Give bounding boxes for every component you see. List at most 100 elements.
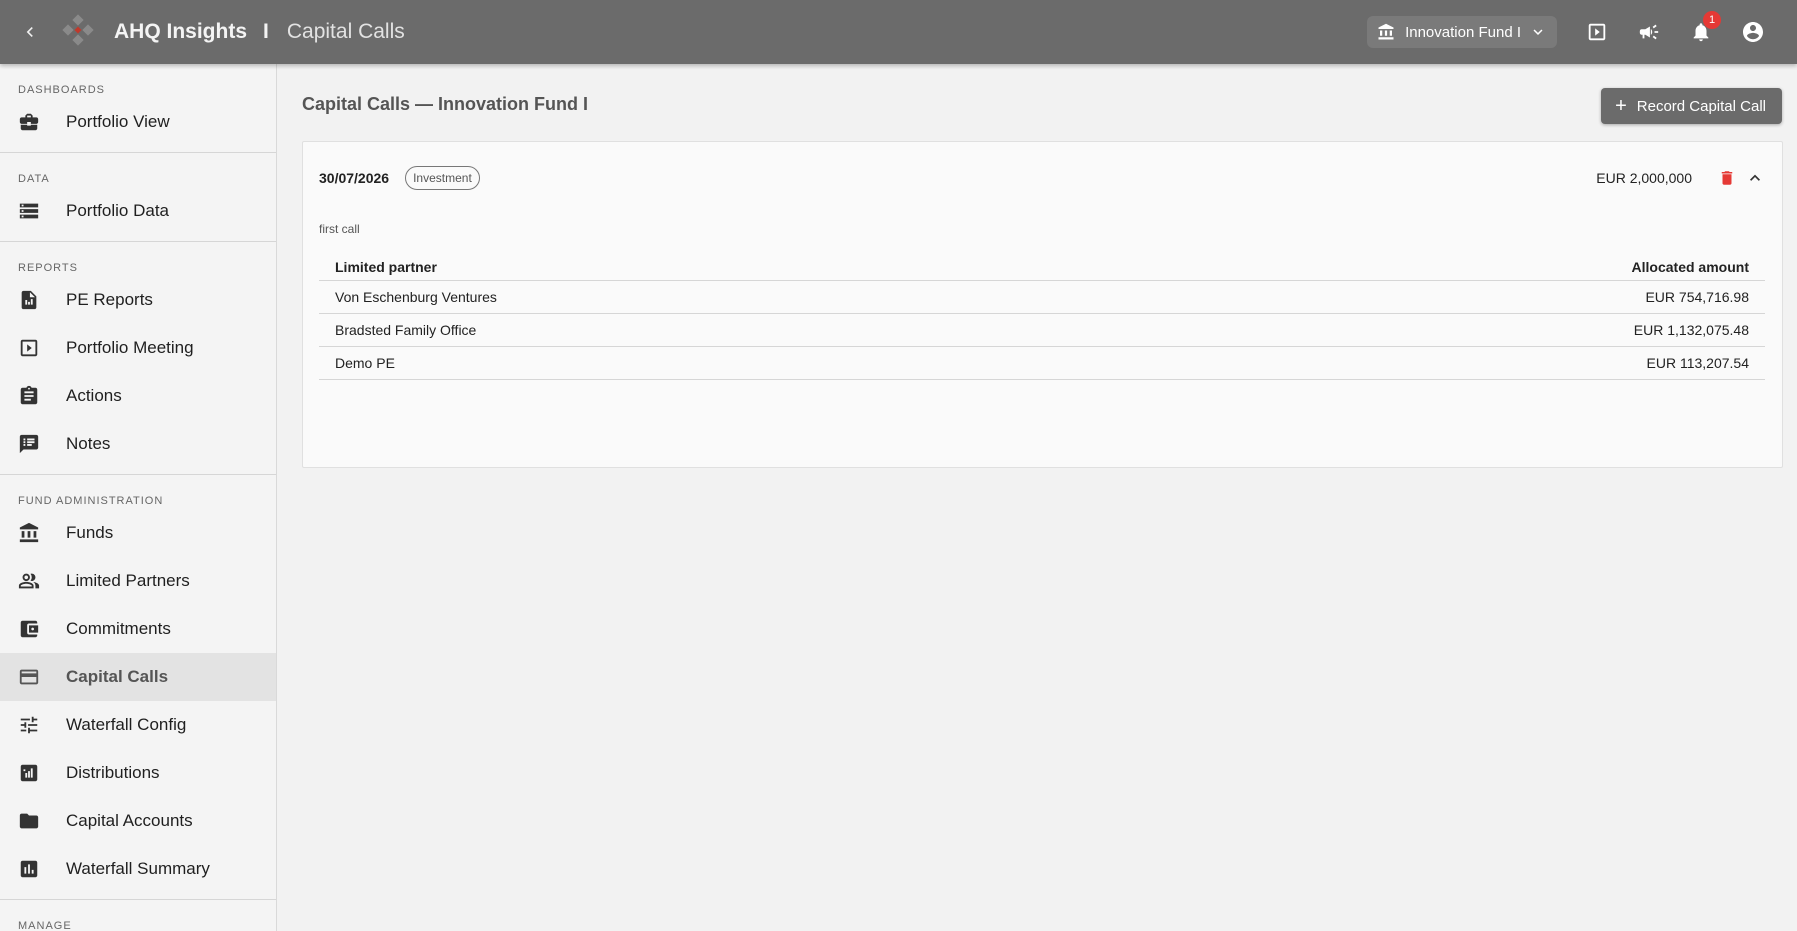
partner-name: Demo PE — [319, 346, 1136, 380]
sidebar-item-label: Portfolio View — [66, 112, 170, 131]
sidebar-item-label: Actions — [66, 386, 122, 405]
column-header-limited-partner: Limited partner — [319, 254, 1136, 281]
sidebar-item-funds[interactable]: Funds — [0, 509, 276, 557]
collapse-button[interactable] — [1744, 166, 1766, 190]
sidebar-item-label: Distributions — [66, 763, 160, 782]
capital-call-card: 30/07/2026 Investment EUR 2,000,000 firs… — [302, 141, 1783, 468]
record-capital-call-button[interactable]: + Record Capital Call — [1601, 88, 1782, 124]
sidebar-item-notes[interactable]: Notes — [0, 420, 276, 468]
sidebar-item-label: Capital Accounts — [66, 811, 193, 830]
storage-icon — [19, 203, 39, 219]
plus-icon: + — [1615, 95, 1627, 117]
section-label: REPORTS — [18, 262, 78, 274]
sidebar-item-label: Funds — [66, 523, 114, 542]
sidebar-item-label: Commitments — [66, 619, 171, 638]
call-type-chip: Investment — [405, 166, 480, 190]
page-title: Capital Calls — Innovation Fund I — [302, 94, 589, 114]
sidebar: DASHBOARDS Portfolio View DATA Portfolio… — [0, 64, 277, 931]
sidebar-item-waterfall-config[interactable]: Waterfall Config — [0, 701, 276, 749]
sidebar-section-reports: REPORTS PE Reports Portfolio Meeting Act… — [0, 242, 276, 475]
capital-call-header[interactable]: 30/07/2026 Investment EUR 2,000,000 — [319, 164, 1766, 192]
allocated-amount: EUR 1,132,075.48 — [1135, 313, 1765, 347]
allocation-table: Limited partner Allocated amount Von Esc… — [319, 254, 1765, 380]
back-button[interactable] — [0, 0, 60, 64]
title-separator: I — [263, 20, 269, 43]
record-capital-call-label: Record Capital Call — [1636, 97, 1766, 115]
wallet-icon — [20, 620, 39, 638]
top-app-bar: AHQ Insights I Capital Calls Innovation … — [0, 0, 1797, 64]
bank-icon — [1378, 23, 1394, 40]
section-label: MANAGE — [18, 920, 72, 931]
main-content: Capital Calls — Innovation Fund I + Reco… — [278, 64, 1797, 931]
sidebar-item-label: Portfolio Meeting — [66, 338, 194, 357]
notes-icon — [19, 434, 39, 454]
sidebar-item-portfolio-view[interactable]: Portfolio View — [0, 98, 276, 146]
sidebar-item-pe-reports[interactable]: PE Reports — [0, 276, 276, 324]
page-breadcrumb: Capital Calls — [286, 20, 405, 43]
section-label: DATA — [18, 173, 50, 185]
fund-selector[interactable]: Innovation Fund I — [1367, 16, 1557, 48]
section-label: DASHBOARDS — [18, 84, 106, 96]
bank-icon — [19, 522, 39, 543]
sidebar-item-portfolio-data[interactable]: Portfolio Data — [0, 187, 276, 235]
delete-button[interactable] — [1716, 166, 1738, 190]
sidebar-item-distributions[interactable]: Distributions — [0, 749, 276, 797]
megaphone-icon — [1639, 24, 1659, 40]
sidebar-section-dashboards: DASHBOARDS Portfolio View — [0, 64, 276, 153]
chevron-up-icon — [1750, 174, 1760, 181]
slideshow-icon — [1588, 23, 1606, 41]
bar-chart-icon — [20, 764, 38, 782]
section-label: FUND ADMINISTRATION — [18, 495, 164, 507]
tune-icon — [20, 716, 38, 734]
people-icon — [18, 573, 40, 589]
fund-selector-value: Innovation Fund I — [1405, 23, 1521, 41]
sidebar-section-fund-administration: FUND ADMINISTRATION Funds Limited Partne… — [0, 475, 276, 900]
table-row: Demo PE EUR 113,207.54 — [319, 346, 1765, 380]
partner-name: Von Eschenburg Ventures — [319, 280, 1136, 314]
presentation-button[interactable] — [1571, 0, 1623, 64]
analytics-icon — [20, 860, 38, 878]
sidebar-item-commitments[interactable]: Commitments — [0, 605, 276, 653]
column-header-allocated-amount: Allocated amount — [1135, 254, 1765, 281]
allocated-amount: EUR 113,207.54 — [1135, 346, 1765, 380]
sidebar-item-label: Capital Calls — [66, 667, 169, 686]
slideshow-icon — [20, 339, 38, 357]
app-title[interactable]: AHQ Insights — [114, 20, 247, 44]
credit-card-icon — [19, 669, 39, 685]
table-row: Bradsted Family Office EUR 1,132,075.48 — [319, 313, 1765, 347]
sidebar-item-label: Notes — [66, 434, 111, 453]
call-date: 30/07/2026 — [319, 170, 390, 186]
sidebar-item-waterfall-summary[interactable]: Waterfall Summary — [0, 845, 276, 893]
app-logo — [62, 14, 94, 46]
folder-icon — [19, 813, 39, 829]
chevron-left-icon — [26, 27, 33, 37]
notification-badge: 1 — [1703, 11, 1721, 29]
chevron-down-icon — [1533, 29, 1543, 35]
account-button[interactable] — [1727, 0, 1779, 64]
allocated-amount: EUR 754,716.98 — [1135, 280, 1765, 314]
sidebar-section-data: DATA Portfolio Data — [0, 153, 276, 242]
clipboard-icon — [20, 385, 38, 405]
sidebar-section-manage: MANAGE — [0, 900, 276, 931]
sidebar-item-portfolio-meeting[interactable]: Portfolio Meeting — [0, 324, 276, 372]
sidebar-item-label: Portfolio Data — [66, 201, 169, 220]
briefcase-icon — [19, 113, 39, 131]
sidebar-item-label: PE Reports — [66, 290, 153, 309]
announcements-button[interactable] — [1623, 0, 1675, 64]
sidebar-item-label: Waterfall Config — [66, 715, 187, 734]
sidebar-item-actions[interactable]: Actions — [0, 372, 276, 420]
notifications-button[interactable]: 1 — [1675, 0, 1727, 64]
table-row: Von Eschenburg Ventures EUR 754,716.98 — [319, 280, 1765, 314]
call-amount: EUR 2,000,000 — [1596, 170, 1692, 186]
sidebar-item-capital-accounts[interactable]: Capital Accounts — [0, 797, 276, 845]
sidebar-item-limited-partners[interactable]: Limited Partners — [0, 557, 276, 605]
trash-icon — [1721, 171, 1733, 185]
call-note: first call — [319, 222, 360, 236]
sidebar-item-label: Limited Partners — [66, 571, 190, 590]
sidebar-item-capital-calls[interactable]: Capital Calls — [0, 653, 276, 701]
partner-name: Bradsted Family Office — [319, 313, 1136, 347]
report-icon — [21, 290, 37, 310]
account-circle-icon — [1743, 22, 1763, 42]
sidebar-item-label: Waterfall Summary — [66, 859, 210, 878]
table-header-row: Limited partner Allocated amount — [319, 254, 1765, 281]
